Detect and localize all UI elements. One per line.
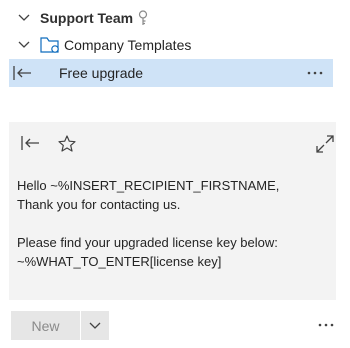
expand-icon[interactable] — [315, 134, 335, 154]
new-dropdown-button[interactable] — [81, 311, 109, 340]
preview-toolbar — [9, 132, 336, 156]
new-button-group: New — [11, 311, 109, 340]
key-icon — [137, 10, 151, 26]
folder-icon — [40, 36, 60, 54]
insert-template-icon[interactable] — [13, 63, 33, 83]
team-label: Support Team — [40, 10, 134, 26]
new-button[interactable]: New — [11, 311, 81, 340]
more-options-icon[interactable] — [314, 316, 338, 334]
template-item-label: Free upgrade — [59, 65, 144, 81]
folder-label: Company Templates — [64, 37, 192, 53]
tree-item-company-templates[interactable]: Company Templates — [16, 32, 336, 58]
insert-template-icon[interactable] — [21, 134, 41, 154]
more-options-icon[interactable] — [303, 63, 327, 83]
chevron-down-icon[interactable] — [16, 10, 32, 26]
template-tree: Support Team Company Templates Free upgr… — [0, 0, 350, 112]
template-item-free-upgrade[interactable]: Free upgrade — [9, 59, 333, 87]
star-icon[interactable] — [57, 134, 77, 154]
preview-body: Hello ~%INSERT_RECIPIENT_FIRSTNAME, Than… — [17, 178, 280, 269]
template-preview: Hello ~%INSERT_RECIPIENT_FIRSTNAME, Than… — [9, 122, 336, 300]
chevron-down-icon[interactable] — [16, 37, 32, 53]
footer-bar: New — [0, 300, 350, 348]
tree-item-support-team[interactable]: Support Team — [16, 5, 336, 31]
chevron-down-icon — [89, 322, 101, 329]
